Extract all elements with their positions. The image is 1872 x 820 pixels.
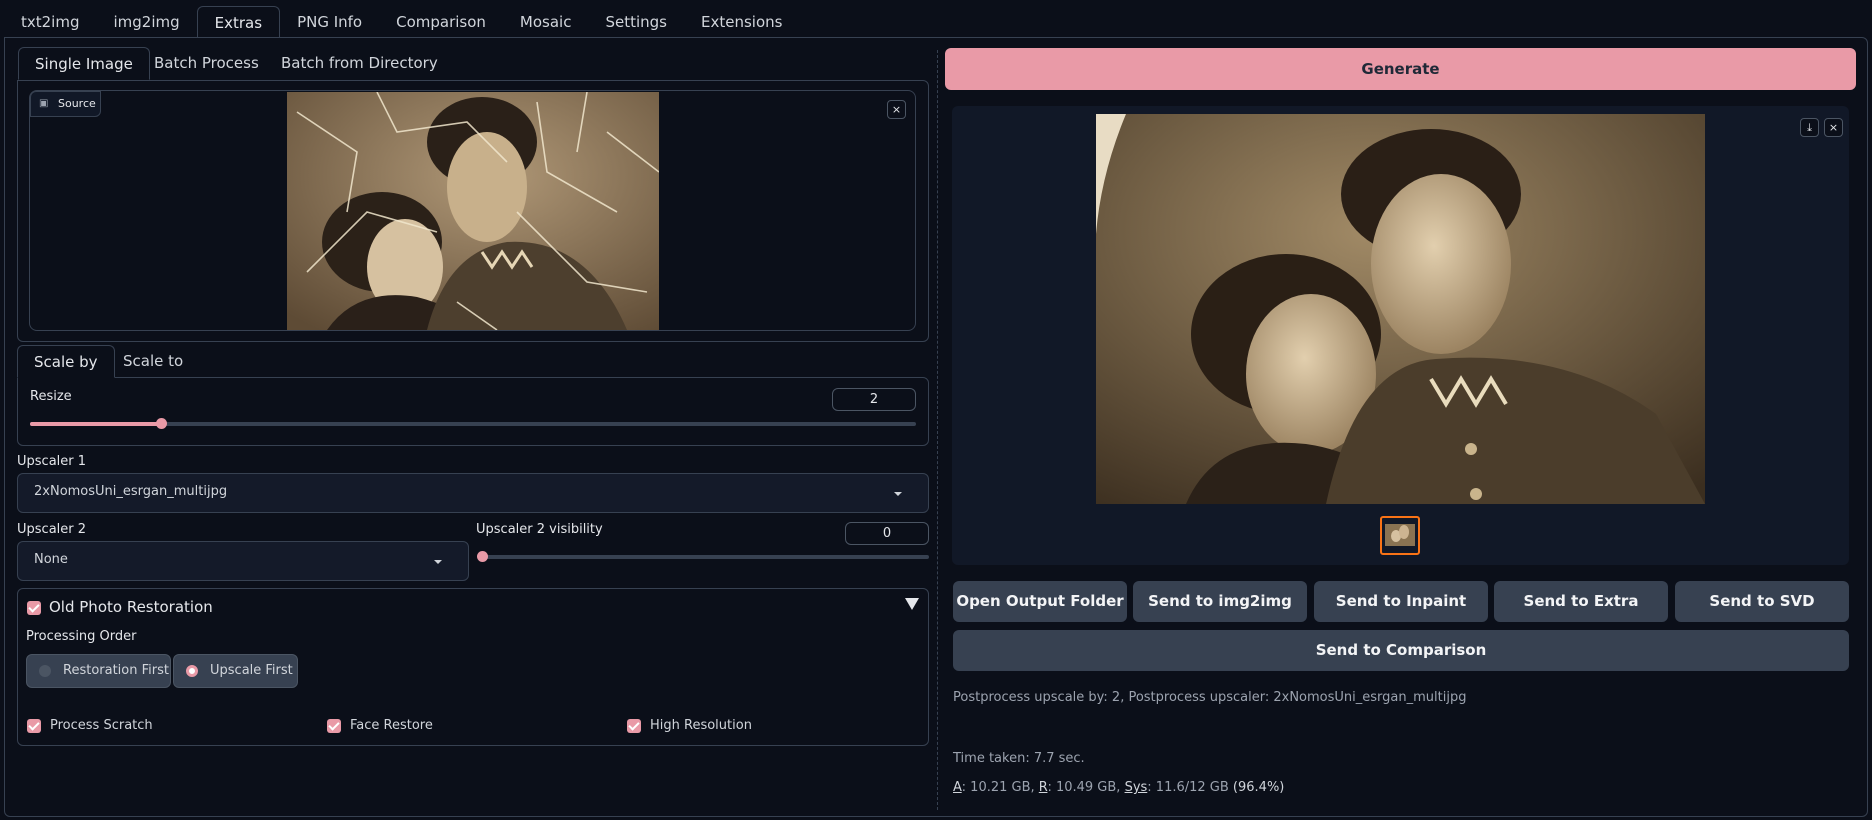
tab-extras[interactable]: Extras bbox=[196, 6, 281, 38]
tab-settings[interactable]: Settings bbox=[588, 6, 684, 38]
radio-restoration-first-label: Restoration First bbox=[63, 663, 169, 678]
image-icon: ▣ bbox=[39, 98, 49, 109]
time-taken: Time taken: 7.7 sec. bbox=[953, 751, 1085, 766]
send-to-inpaint-button[interactable]: Send to Inpaint bbox=[1314, 581, 1488, 622]
resize-number-input[interactable]: 2 bbox=[832, 388, 916, 411]
source-photo bbox=[287, 92, 659, 330]
high-resolution-label: High Resolution bbox=[650, 718, 752, 733]
column-divider[interactable] bbox=[937, 50, 938, 810]
tab-single-image[interactable]: Single Image bbox=[18, 47, 150, 80]
memory-stats: A: 10.21 GB, R: 10.49 GB, Sys: 11.6/12 G… bbox=[953, 780, 1284, 795]
old-photo-restoration-checkbox[interactable] bbox=[27, 601, 41, 615]
thumbnail-image bbox=[1385, 524, 1415, 546]
upscaler1-value: 2xNomosUni_esrgan_multijpg bbox=[34, 484, 228, 499]
send-to-extra-button[interactable]: Send to Extra bbox=[1494, 581, 1668, 622]
tab-comparison[interactable]: Comparison bbox=[379, 6, 503, 38]
resize-slider[interactable] bbox=[30, 418, 916, 429]
tab-batch-from-directory[interactable]: Batch from Directory bbox=[265, 47, 454, 80]
caret-down-icon bbox=[894, 492, 902, 496]
tab-scale-to[interactable]: Scale to bbox=[107, 345, 199, 378]
source-label-badge: ▣ Source bbox=[30, 91, 101, 117]
mem-r-value: : 10.49 GB, bbox=[1047, 780, 1125, 795]
send-to-svd-button[interactable]: Send to SVD bbox=[1675, 581, 1849, 622]
upscaler2-dropdown[interactable]: None bbox=[17, 541, 469, 581]
mem-percent: (96.4%) bbox=[1232, 780, 1285, 795]
tab-extensions[interactable]: Extensions bbox=[684, 6, 799, 38]
resize-slider-fill bbox=[30, 422, 161, 426]
source-label: Source bbox=[58, 97, 96, 110]
high-resolution-checkbox[interactable] bbox=[627, 719, 641, 733]
radio-upscale-first-label: Upscale First bbox=[210, 663, 293, 678]
tab-png-info[interactable]: PNG Info bbox=[280, 6, 379, 38]
radio-restoration-first[interactable]: Restoration First bbox=[26, 654, 171, 688]
process-scratch-label: Process Scratch bbox=[50, 718, 153, 733]
upscaler2-visibility-slider[interactable] bbox=[477, 551, 929, 562]
upscaler2-visibility-slider-thumb[interactable] bbox=[477, 551, 488, 562]
generate-button[interactable]: Generate bbox=[945, 48, 1856, 90]
upscaler2-label: Upscaler 2 bbox=[17, 522, 87, 537]
gallery-thumbnail-selected[interactable] bbox=[1380, 516, 1420, 555]
upscaler1-dropdown[interactable]: 2xNomosUni_esrgan_multijpg bbox=[17, 473, 929, 513]
mem-sys-value: : 11.6/12 GB bbox=[1147, 780, 1233, 795]
upscaler2-value: None bbox=[34, 552, 68, 567]
mem-a-key: A bbox=[953, 780, 962, 795]
collapse-triangle-icon[interactable] bbox=[905, 598, 919, 610]
upscaler1-label: Upscaler 1 bbox=[17, 454, 87, 469]
tab-txt2img[interactable]: txt2img bbox=[4, 6, 96, 38]
mem-sys-key: Sys bbox=[1124, 780, 1148, 795]
resize-slider-thumb[interactable] bbox=[156, 418, 167, 429]
resize-label: Resize bbox=[30, 389, 72, 404]
mem-a-value: : 10.21 GB, bbox=[961, 780, 1039, 795]
top-tabs: txt2img img2img Extras PNG Info Comparis… bbox=[4, 6, 799, 38]
radio-upscale-first[interactable]: Upscale First bbox=[173, 654, 298, 688]
download-icon[interactable]: ⤓ bbox=[1800, 118, 1819, 137]
send-to-img2img-button[interactable]: Send to img2img bbox=[1133, 581, 1307, 622]
tab-scale-by[interactable]: Scale by bbox=[17, 345, 115, 378]
old-photo-restoration-title: Old Photo Restoration bbox=[49, 598, 213, 616]
tab-mosaic[interactable]: Mosaic bbox=[503, 6, 589, 38]
processing-order-label: Processing Order bbox=[26, 629, 137, 644]
face-restore-checkbox[interactable] bbox=[327, 719, 341, 733]
upscaler2-visibility-input[interactable]: 0 bbox=[845, 522, 929, 545]
output-photo[interactable] bbox=[1096, 114, 1705, 504]
scale-by-panel bbox=[17, 377, 929, 446]
close-icon[interactable]: × bbox=[887, 100, 906, 119]
tab-img2img[interactable]: img2img bbox=[96, 6, 196, 38]
radio-indicator-selected bbox=[186, 665, 198, 677]
postprocess-info: Postprocess upscale by: 2, Postprocess u… bbox=[953, 690, 1467, 705]
tab-batch-process[interactable]: Batch Process bbox=[138, 47, 275, 80]
face-restore-label: Face Restore bbox=[350, 718, 433, 733]
open-output-folder-button[interactable]: Open Output Folder bbox=[953, 581, 1127, 622]
process-scratch-checkbox[interactable] bbox=[27, 719, 41, 733]
caret-down-icon bbox=[434, 560, 442, 564]
upscaler2-visibility-label: Upscaler 2 visibility bbox=[476, 522, 603, 537]
radio-indicator bbox=[39, 665, 51, 677]
send-to-comparison-button[interactable]: Send to Comparison bbox=[953, 630, 1849, 671]
close-icon[interactable]: × bbox=[1824, 118, 1843, 137]
